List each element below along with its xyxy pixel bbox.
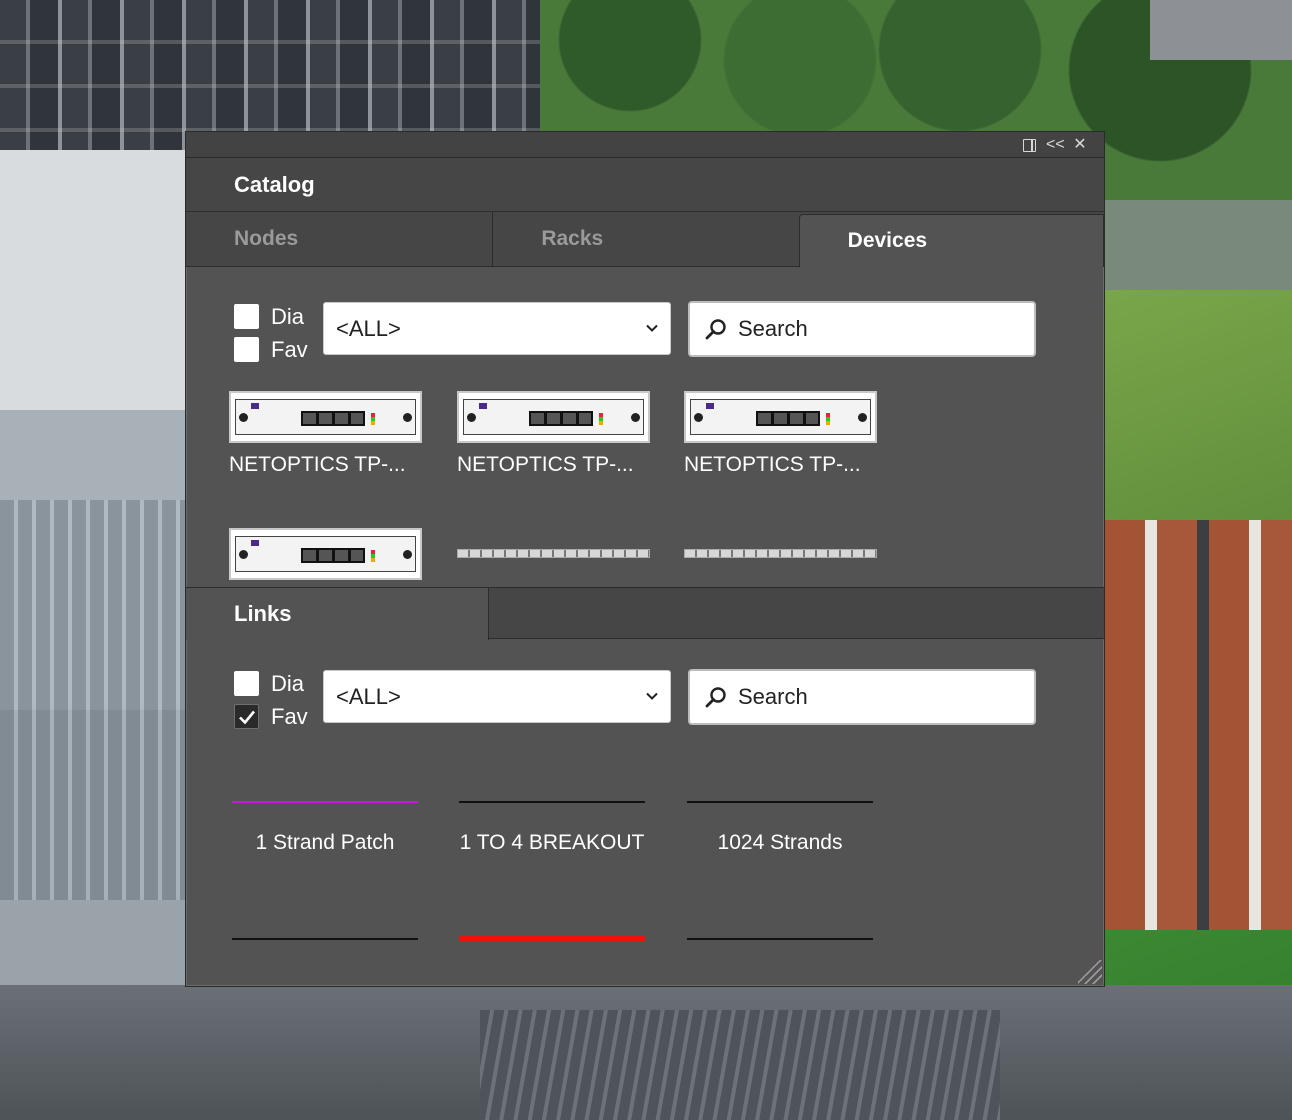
- device-thumbnail: [457, 391, 650, 443]
- panel-titlebar[interactable]: << ✕: [186, 132, 1104, 158]
- bg-metal-roof: [480, 1010, 1000, 1120]
- patch-panel-strip[interactable]: [457, 549, 650, 558]
- bg-green-roof: [1105, 290, 1292, 550]
- select-value: <ALL>: [336, 315, 401, 341]
- link-item[interactable]: [459, 936, 645, 942]
- link-line-swatch: [687, 801, 873, 803]
- tab-devices[interactable]: Devices: [798, 214, 1104, 267]
- device-card[interactable]: NETOPTICS TP-...: [684, 391, 877, 477]
- link-line-swatch: [687, 938, 873, 940]
- devices-fav-checkbox[interactable]: Fav: [234, 333, 308, 366]
- bg-left-building-windows: [0, 500, 190, 900]
- checkbox-box[interactable]: [234, 304, 259, 329]
- devices-search-input[interactable]: Search: [688, 301, 1036, 357]
- catalog-panel: << ✕ Catalog Nodes Racks Devices Dia Fav…: [185, 131, 1105, 987]
- catalog-title: Catalog: [186, 158, 1104, 212]
- device-thumbnail: [684, 391, 877, 443]
- devices-checkbox-group: Dia Fav: [234, 300, 308, 366]
- links-grid: [186, 639, 1104, 959]
- device-thumbnail: [229, 528, 422, 580]
- bg-brick-building: [1105, 520, 1292, 940]
- link-line-swatch: [232, 801, 418, 803]
- chevron-down-icon: [646, 324, 658, 332]
- devices-category-select[interactable]: <ALL>: [323, 302, 671, 355]
- search-icon: [705, 319, 726, 340]
- collapse-icon[interactable]: <<: [1046, 136, 1065, 154]
- bg-road: [1150, 0, 1292, 60]
- tab-racks[interactable]: Racks: [492, 212, 799, 267]
- link-item-1-strand-patch[interactable]: 1 Strand Patch: [232, 801, 418, 855]
- resize-grip[interactable]: [1078, 960, 1102, 984]
- checkbox-label: Fav: [271, 336, 308, 362]
- window-controls: << ✕: [1023, 136, 1088, 154]
- link-name: 1024 Strands: [717, 831, 843, 854]
- link-line-swatch: [459, 801, 645, 803]
- search-placeholder: Search: [738, 316, 808, 341]
- devices-filter-row: Dia Fav <ALL> Search: [186, 267, 1104, 391]
- device-name: NETOPTICS TP-...: [457, 453, 634, 476]
- checkbox-label: Dia: [271, 303, 305, 329]
- link-item[interactable]: [232, 938, 418, 940]
- device-thumbnail: [229, 391, 422, 443]
- patch-panel-strip[interactable]: [684, 549, 877, 558]
- link-line-swatch: [459, 936, 645, 942]
- links-title[interactable]: Links: [186, 588, 489, 640]
- link-name: 1 Strand Patch: [255, 831, 395, 854]
- catalog-tabs: Nodes Racks Devices: [186, 212, 1104, 267]
- link-name: 1 TO 4 BREAKOUT: [459, 831, 645, 854]
- link-item-1024-strands[interactable]: 1024 Strands: [687, 801, 873, 855]
- device-card[interactable]: [229, 528, 422, 580]
- devices-dia-checkbox[interactable]: Dia: [234, 300, 308, 333]
- close-icon[interactable]: ✕: [1072, 136, 1088, 154]
- device-name: NETOPTICS TP-...: [684, 453, 861, 476]
- link-item-1-to-4-breakout[interactable]: 1 TO 4 BREAKOUT: [459, 801, 645, 855]
- link-item[interactable]: [687, 938, 873, 940]
- links-header: Links: [186, 587, 1104, 640]
- checkbox-box[interactable]: [234, 337, 259, 362]
- link-line-swatch: [232, 938, 418, 940]
- tab-nodes[interactable]: Nodes: [186, 212, 493, 267]
- device-card[interactable]: NETOPTICS TP-...: [229, 391, 422, 477]
- dock-icon[interactable]: [1023, 138, 1036, 152]
- device-card[interactable]: NETOPTICS TP-...: [457, 391, 650, 477]
- devices-grid: NETOPTICS TP-... NETOPTICS TP-... NETOPT…: [186, 391, 1104, 587]
- device-name: NETOPTICS TP-...: [229, 453, 406, 476]
